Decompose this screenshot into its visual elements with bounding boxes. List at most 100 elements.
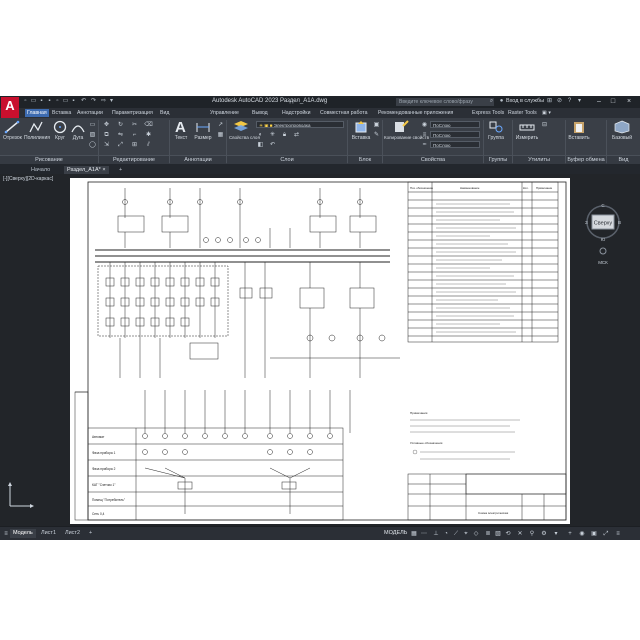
polar-icon[interactable]: ◔ xyxy=(442,530,450,538)
cart-icon[interactable]: ⊞ xyxy=(546,98,553,105)
line-button[interactable]: Отрезок xyxy=(3,120,22,141)
tab-express-tools[interactable]: Express Tools xyxy=(472,109,504,117)
scale-icon[interactable]: ⤢ xyxy=(116,141,125,149)
paste-button[interactable]: Вставить xyxy=(568,120,590,141)
tab-collaborate[interactable]: Совместная работа xyxy=(320,109,367,117)
linetype-dropdown[interactable]: ПоСлою xyxy=(430,141,480,148)
drawing-canvas[interactable]: [-][Сверху][2D-каркас] Автомат Фаза приб… xyxy=(0,174,640,526)
tab-view[interactable]: Вид xyxy=(160,109,169,117)
layer-lock-icon[interactable]: 🔒︎ xyxy=(280,131,289,139)
minimize-button[interactable]: – xyxy=(594,97,604,107)
mirror-icon[interactable]: ⇋ xyxy=(116,131,125,139)
table-icon[interactable]: ▦ xyxy=(216,131,225,139)
drawing-sheet[interactable]: Автомат Фаза прибора 1 Фаза прибора 2 КА… xyxy=(70,178,570,524)
layer-properties-button[interactable]: Свойства слоя xyxy=(229,120,260,141)
group-button[interactable]: Группа xyxy=(486,120,506,141)
utilities-group-title[interactable]: Утилиты xyxy=(513,155,565,164)
layer-match-icon[interactable]: ⇄ xyxy=(292,131,301,139)
help-dropdown-icon[interactable]: ▾ xyxy=(576,98,583,105)
insert-block-button[interactable]: Вставка xyxy=(350,120,372,141)
close-button[interactable]: × xyxy=(624,97,634,107)
isolate-objects-icon[interactable]: ◉ xyxy=(578,530,586,538)
linetype-icon[interactable]: ┅ xyxy=(420,141,429,149)
signin-button[interactable]: Вход в службы xyxy=(506,98,544,104)
stretch-icon[interactable]: ⇲ xyxy=(102,141,111,149)
help-icon[interactable]: ? xyxy=(566,98,573,105)
layer-freeze-icon[interactable]: ✳ xyxy=(268,131,277,139)
tab-featured-apps[interactable]: Рекомендованные приложения xyxy=(378,109,453,117)
save-as-icon[interactable]: ▪ xyxy=(46,98,53,105)
autocad-logo-icon[interactable]: A xyxy=(1,97,19,119)
lineweight-toggle-icon[interactable]: ≣ xyxy=(484,530,492,538)
tab-model[interactable]: Модель xyxy=(10,529,36,538)
tab-insert[interactable]: Вставка xyxy=(52,109,71,117)
customization-icon[interactable]: ≡ xyxy=(614,530,622,538)
draw-group-title[interactable]: Рисование xyxy=(0,155,98,164)
layer-off-icon[interactable]: ◐ xyxy=(256,131,265,139)
scale-dropdown-icon[interactable]: ▾ xyxy=(552,530,560,538)
tab-manage[interactable]: Управление xyxy=(210,109,239,117)
exchange-icon[interactable]: ⊘ xyxy=(556,98,563,105)
new-file-icon[interactable]: ▫ xyxy=(22,98,29,105)
lineweight-dropdown[interactable]: ПоСлою xyxy=(430,131,480,138)
arc-button[interactable]: Дуга xyxy=(70,120,86,141)
tab-annotate[interactable]: Аннотации xyxy=(77,109,103,117)
redo-icon[interactable]: ↷ xyxy=(90,98,97,105)
tab-output[interactable]: Вывод xyxy=(252,109,268,117)
open-file-icon[interactable]: ▭ xyxy=(30,98,37,105)
text-button[interactable]: A Текст xyxy=(172,118,190,141)
undo-icon[interactable]: ↶ xyxy=(80,98,87,105)
transparency-icon[interactable]: ▧ xyxy=(494,530,502,538)
quick-access-dropdown-icon[interactable]: ▾ xyxy=(108,98,115,105)
model-space-toggle[interactable]: МОДЕЛЬ xyxy=(384,530,407,536)
new-tab-button[interactable]: + xyxy=(116,166,125,174)
lineweight-icon[interactable]: ≡ xyxy=(420,131,429,139)
view-group-title[interactable]: Вид xyxy=(607,155,640,164)
leader-icon[interactable]: ↗ xyxy=(216,121,225,129)
viewport-controls[interactable]: [-][Сверху][2D-каркас] xyxy=(3,176,53,182)
ortho-icon[interactable]: ⊥ xyxy=(432,530,440,538)
view-cube[interactable]: Сверху С Ю З В МСК xyxy=(583,203,623,274)
offset-icon[interactable]: ⫽ xyxy=(144,141,153,149)
object-snap-tracking-icon[interactable]: ⌖ xyxy=(462,530,470,538)
measure-button[interactable]: Измерить xyxy=(515,120,539,141)
rectangle-icon[interactable]: ▭ xyxy=(88,121,97,129)
ribbon-toggle-icon[interactable]: ▣ ▾ xyxy=(542,109,551,117)
tab-addins[interactable]: Надстройки xyxy=(282,109,310,117)
plus-icon[interactable]: + xyxy=(566,530,574,538)
tab-start[interactable]: Начало xyxy=(28,166,53,174)
hatch-icon[interactable]: ▨ xyxy=(88,131,97,139)
clean-screen-icon[interactable]: ⤢ xyxy=(602,530,610,538)
tab-parametric[interactable]: Параметризация xyxy=(112,109,153,117)
tab-layout2[interactable]: Лист2 xyxy=(62,529,83,538)
layers-group-title[interactable]: Слои xyxy=(227,155,347,164)
binoculars-icon[interactable]: ⌕ xyxy=(488,98,495,105)
save-icon[interactable]: ▪ xyxy=(38,98,45,105)
object-snap-icon[interactable]: ◇ xyxy=(472,530,480,538)
erase-icon[interactable]: ⌫ xyxy=(144,121,153,129)
properties-group-title[interactable]: Свойства xyxy=(383,155,483,164)
grid-icon[interactable]: ▦ xyxy=(410,530,418,538)
create-block-icon[interactable]: ▣ xyxy=(372,121,381,129)
selection-cycling-icon[interactable]: ⟲ xyxy=(504,530,512,538)
fillet-icon[interactable]: ⌐ xyxy=(130,131,139,139)
color-wheel-icon[interactable]: ◉ xyxy=(420,121,429,129)
annotation-visibility-icon[interactable]: ⚲ xyxy=(528,530,536,538)
clipboard-group-title[interactable]: Буфер обмена xyxy=(566,155,606,164)
match-properties-button[interactable]: Копирование свойств xyxy=(384,120,429,141)
tab-list-icon[interactable]: ≡ xyxy=(2,530,10,538)
snap-icon[interactable]: ⋯ xyxy=(420,530,428,538)
add-layout-button[interactable]: + xyxy=(86,529,95,538)
print-icon[interactable]: ▪ xyxy=(70,98,77,105)
hardware-acceleration-icon[interactable]: ▣ xyxy=(590,530,598,538)
array-icon[interactable]: ⊞ xyxy=(130,141,139,149)
close-tab-icon[interactable]: × xyxy=(102,167,105,173)
web-save-icon[interactable]: ▫ xyxy=(54,98,61,105)
trim-icon[interactable]: ✂ xyxy=(130,121,139,129)
copy-icon[interactable]: ⧉ xyxy=(102,131,111,139)
layer-iso-icon[interactable]: ◧ xyxy=(256,141,265,149)
isodraft-icon[interactable]: ⟋ xyxy=(452,530,460,538)
share-icon[interactable]: ▭ xyxy=(62,98,69,105)
rotate-icon[interactable]: ↻ xyxy=(116,121,125,129)
explode-icon[interactable]: ✱ xyxy=(144,131,153,139)
